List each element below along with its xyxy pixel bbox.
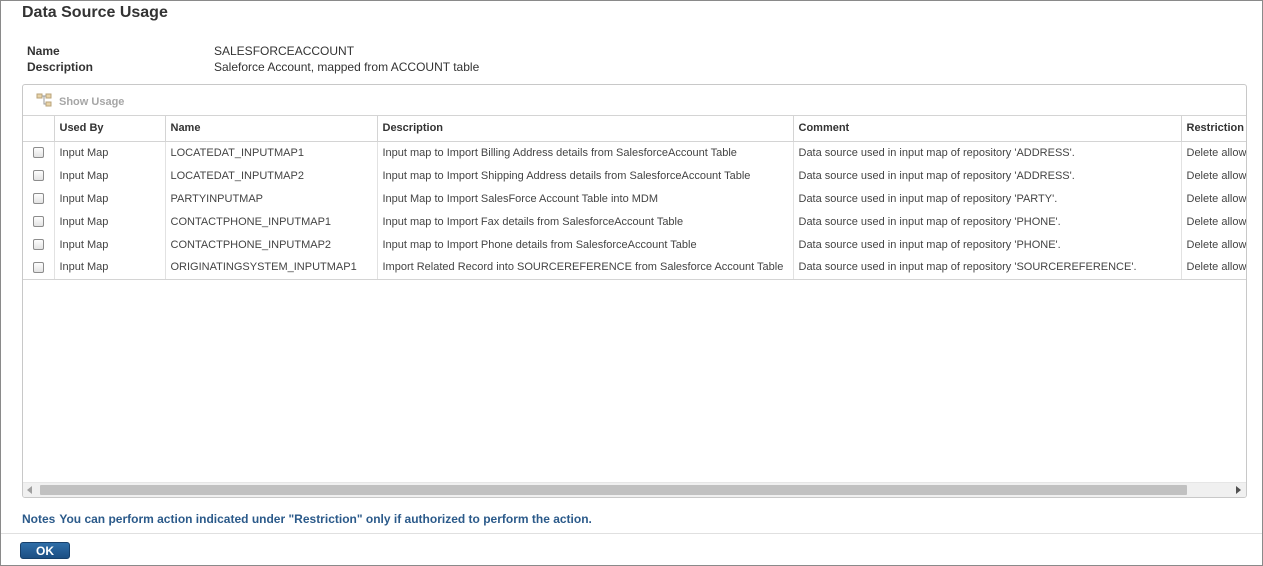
name-cell: CONTACTPHONE_INPUTMAP1 — [165, 210, 378, 233]
notes: Notes You can perform action indicated un… — [22, 512, 592, 526]
header-used-by[interactable]: Used By — [54, 116, 166, 142]
name-cell: ORIGINATINGSYSTEM_INPUTMAP1 — [165, 256, 378, 280]
restriction-cell: Delete allowed — [1181, 233, 1246, 256]
table-header-row: Used By Name Description Comment Restric… — [23, 116, 1246, 142]
dialog-footer: OK — [1, 533, 1262, 565]
restriction-cell: Delete allowed — [1181, 164, 1246, 187]
description-value: Saleforce Account, mapped from ACCOUNT t… — [214, 60, 480, 74]
name-cell: PARTYINPUTMAP — [165, 187, 378, 210]
used-by-cell: Input Map — [54, 233, 166, 256]
row-select-cell — [23, 187, 55, 210]
comment-cell: Data source used in input map of reposit… — [793, 210, 1182, 233]
description-cell: Input map to Import Fax details from Sal… — [377, 210, 794, 233]
row-select-cell — [23, 141, 55, 164]
usage-table: Used By Name Description Comment Restric… — [23, 116, 1246, 280]
scroll-right-arrow-icon[interactable] — [1236, 486, 1241, 494]
notes-label: Notes — [22, 512, 56, 526]
description-cell: Input map to Import Billing Address deta… — [377, 141, 794, 164]
restriction-cell: Delete allowed — [1181, 210, 1246, 233]
row-select-cell — [23, 210, 55, 233]
restriction-cell: Delete allowed — [1181, 256, 1246, 280]
header-restriction[interactable]: Restriction — [1181, 116, 1246, 142]
scrollbar-thumb[interactable] — [40, 485, 1187, 495]
show-usage-label: Show Usage — [59, 96, 125, 108]
description-cell: Input map to Import Phone details from S… — [377, 233, 794, 256]
used-by-cell: Input Map — [54, 141, 166, 164]
comment-cell: Data source used in input map of reposit… — [793, 187, 1182, 210]
description-cell: Input map to Import Shipping Address det… — [377, 164, 794, 187]
restriction-cell: Delete allowed — [1181, 187, 1246, 210]
row-select-cell — [23, 164, 55, 187]
used-by-cell: Input Map — [54, 164, 166, 187]
row-checkbox[interactable] — [33, 239, 44, 251]
comment-cell: Data source used in input map of reposit… — [793, 141, 1182, 164]
table-row[interactable]: Input Map ORIGINATINGSYSTEM_INPUTMAP1 Im… — [23, 256, 1246, 280]
table-row[interactable]: Input Map PARTYINPUTMAP Input Map to Imp… — [23, 187, 1246, 210]
horizontal-scrollbar[interactable] — [23, 482, 1246, 497]
name-cell: CONTACTPHONE_INPUTMAP2 — [165, 233, 378, 256]
name-cell: LOCATEDAT_INPUTMAP1 — [165, 141, 378, 164]
header-comment[interactable]: Comment — [793, 116, 1182, 142]
row-checkbox[interactable] — [33, 216, 44, 228]
row-select-cell — [23, 233, 55, 256]
name-value: SALESFORCEACCOUNT — [214, 44, 355, 58]
name-cell: LOCATEDAT_INPUTMAP2 — [165, 164, 378, 187]
used-by-cell: Input Map — [54, 210, 166, 233]
data-source-usage-dialog: Data Source Usage Name SALESFORCEACCOUNT… — [0, 0, 1263, 566]
name-label: Name — [27, 44, 60, 58]
restriction-cell: Delete allowed — [1181, 141, 1246, 164]
header-name[interactable]: Name — [165, 116, 378, 142]
dialog-title: Data Source Usage — [22, 4, 168, 21]
description-cell: Input Map to Import SalesForce Account T… — [377, 187, 794, 210]
comment-cell: Data source used in input map of reposit… — [793, 256, 1182, 280]
grid-toolbar: Show Usage — [23, 85, 1246, 116]
table-row[interactable]: Input Map LOCATEDAT_INPUTMAP2 Input map … — [23, 164, 1246, 187]
row-checkbox[interactable] — [33, 147, 44, 159]
row-checkbox[interactable] — [33, 170, 44, 182]
used-by-cell: Input Map — [54, 187, 166, 210]
row-checkbox[interactable] — [33, 193, 44, 205]
show-usage-button[interactable]: Show Usage — [36, 93, 124, 111]
row-checkbox[interactable] — [33, 261, 44, 273]
used-by-cell: Input Map — [54, 256, 166, 280]
table-row[interactable]: Input Map CONTACTPHONE_INPUTMAP1 Input m… — [23, 210, 1246, 233]
hierarchy-icon — [36, 93, 59, 111]
header-select — [23, 116, 55, 142]
table-row[interactable]: Input Map CONTACTPHONE_INPUTMAP2 Input m… — [23, 233, 1246, 256]
usage-grid-panel: Show Usage Used By Name Description Comm… — [22, 84, 1247, 498]
ok-button[interactable]: OK — [20, 542, 70, 559]
table-row[interactable]: Input Map LOCATEDAT_INPUTMAP1 Input map … — [23, 141, 1246, 164]
description-label: Description — [27, 60, 94, 74]
header-description[interactable]: Description — [377, 116, 794, 142]
notes-text: You can perform action indicated under "… — [59, 512, 592, 526]
description-cell: Import Related Record into SOURCEREFEREN… — [377, 256, 794, 280]
row-select-cell — [23, 256, 55, 280]
comment-cell: Data source used in input map of reposit… — [793, 233, 1182, 256]
comment-cell: Data source used in input map of reposit… — [793, 164, 1182, 187]
scroll-left-arrow-icon[interactable] — [27, 486, 32, 494]
